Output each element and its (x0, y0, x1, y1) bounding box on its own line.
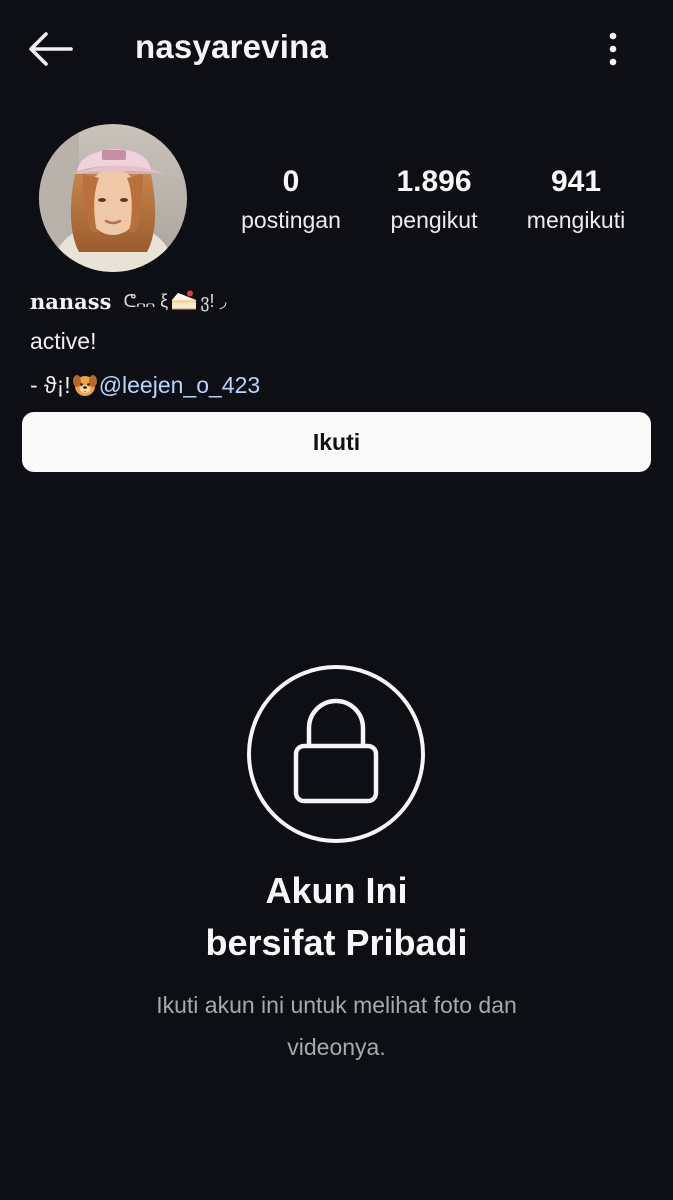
private-title-line-1: Akun Ini (265, 870, 408, 911)
private-account-subtitle: Ikuti akun ini untuk melihat foto dan vi… (156, 992, 517, 1060)
more-options-button[interactable] (593, 28, 633, 70)
private-account-title: Akun Ini bersifat Pribadi (0, 865, 673, 969)
avatar[interactable] (39, 124, 187, 272)
bio-name-line: nanass ᕦ᎔᎔ ξ ვ! ◞ (30, 283, 643, 319)
arrow-left-icon (29, 32, 73, 66)
profile-stats: 0 postingan 1.896 pengikut 941 mengikuti (220, 160, 653, 250)
followers-count: 1.896 (396, 165, 472, 198)
bio-line-2-prefix: - ϑ¡! (30, 372, 71, 398)
more-vertical-icon (609, 32, 617, 66)
profile-username: nasyarevina (135, 28, 328, 65)
bio-line-1: active! (30, 328, 97, 354)
stat-following[interactable]: 941 mengikuti (527, 160, 625, 236)
bio-decoration: ᕦ᎔᎔ ξ ვ! ◞ (123, 289, 226, 313)
following-count: 941 (550, 165, 602, 198)
cake-icon (172, 290, 197, 310)
followers-label: pengikut (390, 207, 478, 233)
following-label: mengikuti (526, 207, 626, 233)
back-button[interactable] (22, 24, 78, 74)
bio-line-2: - ϑ¡! @leejen_o_423 (30, 363, 643, 407)
profile-bio: nanass ᕦ᎔᎔ ξ ვ! ◞ active! - ϑ¡! @leejen_… (30, 283, 643, 407)
lock-icon (247, 665, 425, 843)
private-title-line-2: bersifat Pribadi (205, 922, 468, 963)
posts-label: postingan (241, 207, 341, 233)
mention-link[interactable]: @leejen_o_423 (99, 363, 260, 407)
profile-photo (39, 124, 187, 272)
stat-posts[interactable]: 0 postingan (241, 160, 341, 236)
posts-count: 0 (282, 165, 300, 198)
dog-face-icon (72, 375, 97, 396)
bio-deco-right: ვ! ◞ (200, 290, 227, 311)
stat-followers[interactable]: 1.896 pengikut (391, 160, 478, 236)
follow-button[interactable]: Ikuti (22, 412, 651, 472)
display-name: nanass (30, 288, 112, 314)
bio-deco-left: ᕦ᎔᎔ ξ (123, 291, 169, 311)
top-bar: nasyarevina (0, 0, 673, 100)
